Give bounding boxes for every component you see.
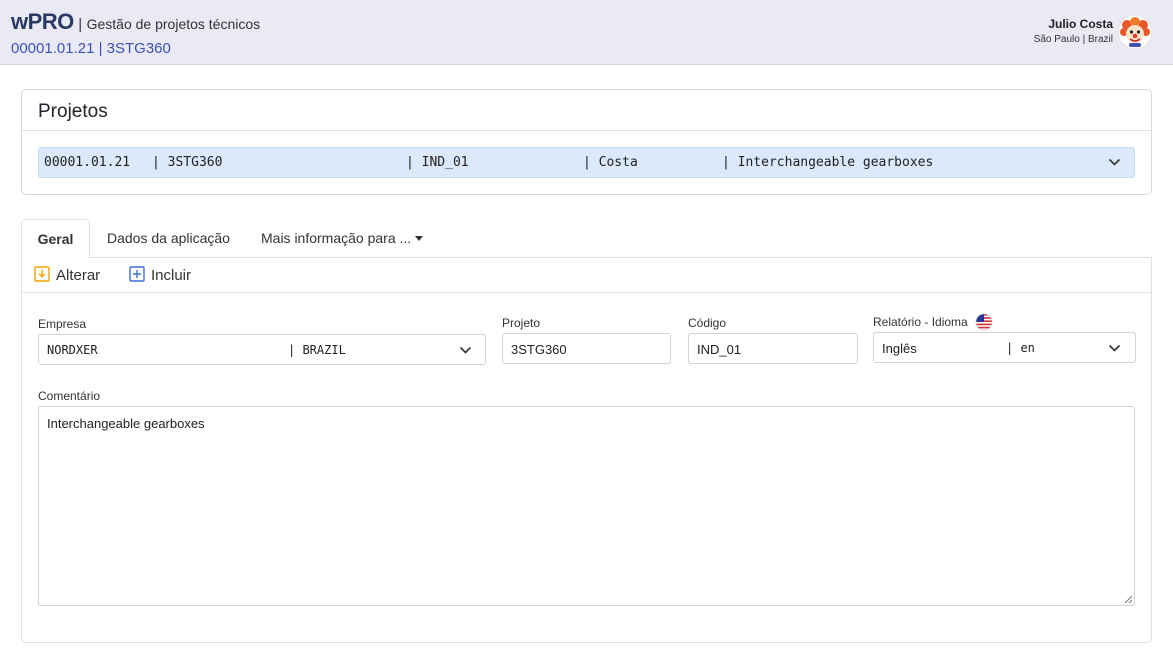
resize-grip-icon[interactable] — [1124, 595, 1133, 604]
tab-bar: Geral Dados da aplicação Mais informação… — [21, 219, 1152, 259]
project-select[interactable]: 00001.01.21 | 3STG360 | IND_01 | Costa |… — [38, 147, 1135, 178]
current-project-id: 00001.01.21 | 3STG360 — [11, 40, 171, 57]
user-location: São Paulo | Brazil — [1033, 34, 1113, 45]
codigo-field[interactable]: IND_01 — [688, 333, 858, 364]
alterar-button[interactable]: Alterar — [34, 266, 100, 284]
brand-name[interactable]: wPRO — [11, 9, 74, 34]
idioma-select[interactable]: Inglês | en — [873, 332, 1136, 363]
caret-down-icon — [415, 236, 424, 241]
chevron-down-icon[interactable] — [1108, 158, 1121, 167]
incluir-label: Incluir — [151, 267, 192, 284]
project-name: | 3STG360 — [152, 155, 223, 170]
project-description: | Interchangeable gearboxes — [722, 155, 934, 170]
geral-panel: Alterar Incluir Empresa NORDXER | BRAZIL… — [21, 258, 1152, 643]
empresa-label: Empresa — [38, 317, 87, 331]
user-info[interactable]: Julio Costa São Paulo | Brazil — [1034, 17, 1113, 45]
alterar-label: Alterar — [56, 267, 101, 284]
chevron-down-icon — [459, 346, 472, 354]
comentario-value: Interchangeable gearboxes — [47, 416, 205, 431]
tab-geral[interactable]: Geral — [21, 219, 90, 259]
plus-box-icon — [129, 266, 145, 282]
idioma-label: Relatório - Idioma — [873, 313, 993, 331]
comentario-label: Comentário — [38, 389, 101, 403]
comentario-textarea[interactable]: Interchangeable gearboxes — [38, 406, 1135, 606]
brand-subtitle: Gestão de projetos técnicos — [86, 16, 261, 32]
us-flag-icon — [975, 313, 993, 331]
project-code: 00001.01.21 — [44, 155, 131, 170]
toolbar: Alterar Incluir — [22, 258, 1151, 293]
empresa-name: NORDXER — [47, 343, 98, 357]
project-ind: | IND_01 — [406, 155, 469, 170]
codigo-label: Código — [688, 316, 727, 330]
brand: wPRO | Gestão de projetos técnicos — [11, 9, 260, 35]
empresa-country: | BRAZIL — [288, 343, 346, 357]
tab-dados-aplicacao[interactable]: Dados da aplicação — [107, 219, 230, 258]
tab-mais-informacao-label: Mais informação para ... — [261, 230, 412, 246]
idioma-name: Inglês — [882, 341, 917, 356]
idioma-label-text: Relatório - Idioma — [873, 315, 968, 329]
project-owner: | Costa — [583, 155, 638, 170]
projetos-title: Projetos — [38, 101, 108, 122]
avatar[interactable] — [1117, 14, 1153, 50]
brand-separator: | — [78, 16, 83, 33]
chevron-down-icon — [1108, 344, 1121, 352]
top-bar: wPRO | Gestão de projetos técnicos 00001… — [0, 0, 1173, 65]
codigo-value: IND_01 — [697, 342, 742, 357]
empresa-select[interactable]: NORDXER | BRAZIL — [38, 334, 486, 365]
arrow-down-box-icon — [34, 266, 50, 282]
projeto-value: 3STG360 — [511, 342, 567, 357]
card-divider — [22, 130, 1151, 131]
user-name: Julio Costa — [1048, 17, 1113, 31]
incluir-button[interactable]: Incluir — [129, 266, 191, 284]
projeto-label: Projeto — [502, 316, 541, 330]
projetos-card: Projetos 00001.01.21 | 3STG360 | IND_01 … — [21, 89, 1152, 195]
projeto-field[interactable]: 3STG360 — [502, 333, 671, 364]
idioma-code: | en — [1006, 341, 1035, 355]
tab-mais-informacao[interactable]: Mais informação para ... — [261, 219, 424, 258]
